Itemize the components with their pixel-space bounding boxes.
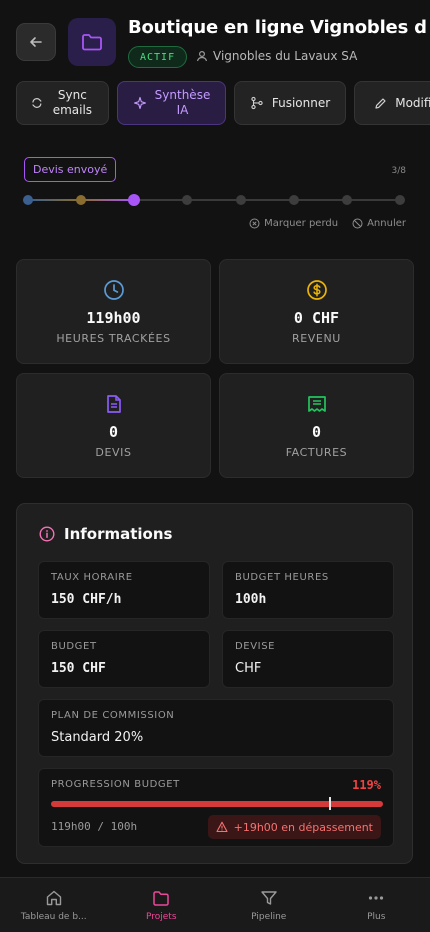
pipeline-stage-chip[interactable]: Devis envoyé — [24, 157, 117, 182]
nav-item-pipeline[interactable]: Pipeline — [215, 878, 323, 932]
stat-card-invoices: 0 FACTURES — [219, 373, 414, 478]
merge-label: Fusionner — [271, 95, 331, 110]
document-icon — [106, 395, 121, 413]
merge-icon — [251, 96, 263, 110]
info-icon — [39, 526, 55, 542]
edit-button[interactable]: Modifier — [354, 81, 430, 125]
dollar-icon — [306, 280, 327, 300]
merge-button[interactable]: Fusionner — [234, 81, 346, 125]
project-header: Boutique en ligne Vignobles d... ACTIF V… — [0, 0, 430, 80]
quotes-value: 0 — [108, 423, 119, 441]
sparkle-icon — [133, 96, 146, 110]
nav-label-more: Plus — [367, 911, 386, 922]
stat-card-quotes: 0 DEVIS — [16, 373, 211, 478]
folder-icon — [153, 890, 169, 906]
home-icon — [46, 890, 61, 905]
cancel-label: Annuler — [367, 218, 406, 229]
hourly-rate-value: 150 CHF/h — [51, 592, 122, 607]
sync-emails-label: Sync emails — [52, 88, 93, 117]
nav-label-pipeline: Pipeline — [251, 911, 287, 922]
project-folder-avatar — [68, 18, 116, 66]
nav-item-dashboard[interactable]: Tableau de b... — [0, 878, 108, 932]
budget-progress-label: PROGRESSION BUDGET — [51, 779, 180, 790]
status-badge: ACTIF — [128, 46, 188, 68]
currency-value: CHF — [235, 661, 262, 676]
folder-icon — [82, 34, 102, 51]
edit-label: Modifier — [395, 95, 430, 110]
more-icon — [369, 895, 384, 900]
commission-plan-field: PLAN DE COMMISSION Standard 20% — [38, 699, 394, 757]
pipeline-step-dot[interactable] — [395, 195, 405, 205]
currency-label: DEVISE — [235, 641, 276, 652]
budget-hours-label: BUDGET HEURES — [235, 572, 329, 583]
bottom-navigation: Tableau de b... Projets Pipeline Plus — [0, 877, 430, 932]
budget-progress-percent: 119% — [352, 778, 381, 792]
budget-progress-field: PROGRESSION BUDGET 119% 119h00 / 100h +1… — [38, 768, 394, 847]
budget-label: BUDGET — [51, 641, 97, 652]
pipeline-step-dot[interactable] — [128, 194, 141, 206]
budget-hours-field: BUDGET HEURES 100h — [222, 561, 394, 619]
nav-item-more[interactable]: Plus — [323, 878, 430, 932]
nav-label-projects: Projets — [145, 911, 177, 922]
page-title: Boutique en ligne Vignobles d... — [128, 17, 428, 38]
quotes-label: DEVIS — [95, 446, 132, 459]
cancel-button[interactable]: Annuler — [352, 218, 406, 229]
hours-label: HEURES TRACKÉES — [56, 332, 171, 345]
filter-icon — [261, 890, 277, 905]
budget-limit-marker — [328, 797, 331, 810]
invoices-value: 0 — [311, 423, 322, 441]
pipeline-step-dot[interactable] — [341, 195, 352, 205]
hourly-rate-field: TAUX HORAIRE 150 CHF/h — [38, 561, 210, 619]
commission-plan-label: PLAN DE COMMISSION — [51, 710, 175, 721]
arrow-left-icon — [30, 37, 42, 47]
user-icon — [196, 50, 208, 62]
currency-field: DEVISE CHF — [222, 630, 394, 688]
stat-card-hours: 119h00 HEURES TRACKÉES — [16, 259, 211, 364]
overrun-badge: +19h00 en dépassement — [207, 815, 381, 839]
budget-value: 150 CHF — [51, 661, 106, 676]
pipeline-step-dot[interactable] — [235, 195, 246, 205]
pipeline-step-dot[interactable] — [182, 195, 193, 205]
pencil-icon — [375, 97, 386, 109]
hours-value: 119h00 — [86, 309, 141, 327]
pipeline-step-count: 3/8 — [391, 166, 406, 176]
ai-summary-label: Synthèse IA — [154, 88, 211, 117]
ban-icon — [352, 218, 363, 229]
clock-icon — [103, 280, 124, 300]
pipeline-step-dot[interactable] — [288, 195, 299, 205]
mark-lost-label: Marquer perdu — [264, 218, 339, 229]
budget-progress-bar-fill — [51, 801, 383, 807]
informations-heading: Informations — [39, 525, 172, 543]
revenue-label: REVENU — [292, 332, 341, 345]
action-bar: Sync emails Synthèse IA Fusionner Modifi… — [16, 81, 430, 125]
pipeline-step-dot[interactable] — [23, 195, 33, 205]
receipt-icon — [307, 396, 326, 412]
ai-summary-button[interactable]: Synthèse IA — [117, 81, 226, 125]
pipeline-step-dot[interactable] — [76, 195, 87, 205]
client-name-label: Vignobles du Lavaux SA — [213, 49, 358, 63]
nav-item-projects[interactable]: Projets — [108, 878, 216, 932]
pipeline-secondary-actions: Marquer perdu Annuler — [249, 218, 406, 229]
back-button[interactable] — [16, 23, 56, 61]
informations-panel: Informations TAUX HORAIRE 150 CHF/h BUDG… — [16, 503, 413, 864]
sync-icon — [32, 98, 42, 108]
revenue-value: 0 CHF — [293, 309, 340, 327]
budget-field: BUDGET 150 CHF — [38, 630, 210, 688]
budget-hours-value: 100h — [235, 592, 267, 607]
client-name[interactable]: Vignobles du Lavaux SA — [196, 49, 357, 63]
circle-x-icon — [249, 218, 260, 229]
overrun-label: +19h00 en dépassement — [233, 820, 373, 834]
budget-progress-detail: 119h00 / 100h — [51, 820, 138, 833]
commission-plan-value: Standard 20% — [51, 730, 144, 745]
sync-emails-button[interactable]: Sync emails — [16, 81, 109, 125]
hourly-rate-label: TAUX HORAIRE — [51, 572, 133, 583]
warning-icon — [216, 821, 228, 833]
nav-label-dashboard: Tableau de b... — [20, 911, 87, 922]
informations-title: Informations — [64, 525, 173, 543]
stat-card-revenue: 0 CHF REVENU — [219, 259, 414, 364]
mark-lost-button[interactable]: Marquer perdu — [249, 218, 338, 229]
invoices-label: FACTURES — [285, 446, 348, 459]
budget-progress-bar — [51, 797, 383, 810]
